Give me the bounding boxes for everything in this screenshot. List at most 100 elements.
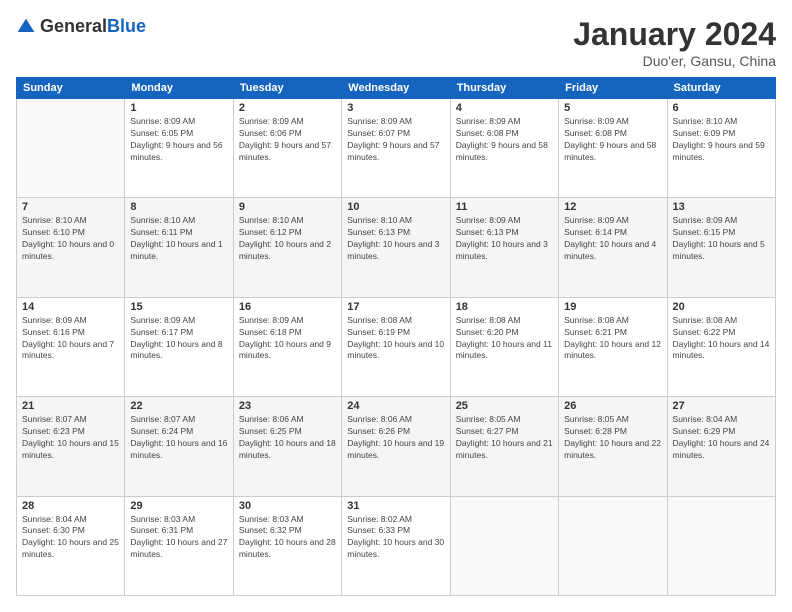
day-info: Sunrise: 8:08 AMSunset: 6:20 PMDaylight:… — [456, 315, 553, 363]
day-number: 21 — [22, 400, 119, 412]
day-info: Sunrise: 8:02 AMSunset: 6:33 PMDaylight:… — [347, 514, 444, 562]
day-number: 15 — [130, 301, 227, 313]
calendar-cell: 9 Sunrise: 8:10 AMSunset: 6:12 PMDaylight… — [233, 198, 341, 297]
day-number: 17 — [347, 301, 444, 313]
day-number: 19 — [564, 301, 661, 313]
header: GeneralBlue January 2024 Duo'er, Gansu, … — [16, 16, 776, 69]
calendar-cell: 16 Sunrise: 8:09 AMSunset: 6:18 PMDayligh… — [233, 297, 341, 396]
calendar-cell: 24 Sunrise: 8:06 AMSunset: 6:26 PMDayligh… — [342, 397, 450, 496]
calendar-cell: 18Sunrise: 8:08 AMSunset: 6:20 PMDayligh… — [450, 297, 558, 396]
logo: GeneralBlue — [16, 16, 146, 37]
calendar-cell: 6 Sunrise: 8:10 AMSunset: 6:09 PMDaylight… — [667, 99, 775, 198]
day-number: 7 — [22, 201, 119, 213]
calendar-cell: 1 Sunrise: 8:09 AMSunset: 6:05 PMDaylight… — [125, 99, 233, 198]
day-number: 23 — [239, 400, 336, 412]
weekday-header-thursday: Thursday — [450, 78, 558, 99]
day-number: 14 — [22, 301, 119, 313]
day-number: 13 — [673, 201, 770, 213]
day-number: 12 — [564, 201, 661, 213]
day-info: Sunrise: 8:05 AMSunset: 6:28 PMDaylight:… — [564, 414, 661, 462]
day-info: Sunrise: 8:08 AMSunset: 6:22 PMDaylight:… — [673, 315, 770, 363]
day-info: Sunrise: 8:09 AMSunset: 6:08 PMDaylight:… — [456, 116, 553, 164]
day-number: 31 — [347, 500, 444, 512]
day-info: Sunrise: 8:03 AMSunset: 6:31 PMDaylight:… — [130, 514, 227, 562]
day-info: Sunrise: 8:09 AMSunset: 6:08 PMDaylight:… — [564, 116, 661, 164]
day-info: Sunrise: 8:06 AMSunset: 6:26 PMDaylight:… — [347, 414, 444, 462]
day-info: Sunrise: 8:06 AMSunset: 6:25 PMDaylight:… — [239, 414, 336, 462]
day-number: 1 — [130, 102, 227, 114]
calendar-cell: 5Sunrise: 8:09 AMSunset: 6:08 PMDaylight… — [559, 99, 667, 198]
calendar-table: SundayMondayTuesdayWednesdayThursdayFrid… — [16, 77, 776, 596]
day-number: 26 — [564, 400, 661, 412]
weekday-header-friday: Friday — [559, 78, 667, 99]
page: GeneralBlue January 2024 Duo'er, Gansu, … — [0, 0, 792, 612]
day-info: Sunrise: 8:08 AMSunset: 6:21 PMDaylight:… — [564, 315, 661, 363]
calendar-cell: 8 Sunrise: 8:10 AMSunset: 6:11 PMDaylight… — [125, 198, 233, 297]
calendar-cell — [559, 496, 667, 595]
logo-general: GeneralBlue — [40, 16, 146, 37]
calendar-cell: 15 Sunrise: 8:09 AMSunset: 6:17 PMDayligh… — [125, 297, 233, 396]
calendar-week-row: 28Sunrise: 8:04 AMSunset: 6:30 PMDayligh… — [17, 496, 776, 595]
title-section: January 2024 Duo'er, Gansu, China — [573, 16, 776, 69]
calendar-week-row: 14Sunrise: 8:09 AMSunset: 6:16 PMDayligh… — [17, 297, 776, 396]
logo-icon — [16, 17, 36, 37]
day-number: 10 — [347, 201, 444, 213]
day-number: 6 — [673, 102, 770, 114]
calendar-cell: 26 Sunrise: 8:05 AMSunset: 6:28 PMDayligh… — [559, 397, 667, 496]
day-info: Sunrise: 8:09 AMSunset: 6:06 PMDaylight:… — [239, 116, 336, 164]
day-info: Sunrise: 8:04 AMSunset: 6:29 PMDaylight:… — [673, 414, 770, 462]
calendar-cell: 2 Sunrise: 8:09 AMSunset: 6:06 PMDaylight… — [233, 99, 341, 198]
calendar-cell — [17, 99, 125, 198]
weekday-header-saturday: Saturday — [667, 78, 775, 99]
calendar-cell: 11Sunrise: 8:09 AMSunset: 6:13 PMDayligh… — [450, 198, 558, 297]
calendar-cell: 27Sunrise: 8:04 AMSunset: 6:29 PMDayligh… — [667, 397, 775, 496]
day-number: 3 — [347, 102, 444, 114]
weekday-header-row: SundayMondayTuesdayWednesdayThursdayFrid… — [17, 78, 776, 99]
calendar-cell: 4 Sunrise: 8:09 AMSunset: 6:08 PMDaylight… — [450, 99, 558, 198]
calendar-cell: 30Sunrise: 8:03 AMSunset: 6:32 PMDayligh… — [233, 496, 341, 595]
calendar-cell: 7 Sunrise: 8:10 AMSunset: 6:10 PMDaylight… — [17, 198, 125, 297]
day-info: Sunrise: 8:09 AMSunset: 6:13 PMDaylight:… — [456, 215, 553, 263]
calendar-week-row: 1 Sunrise: 8:09 AMSunset: 6:05 PMDaylight… — [17, 99, 776, 198]
calendar-week-row: 7 Sunrise: 8:10 AMSunset: 6:10 PMDaylight… — [17, 198, 776, 297]
day-info: Sunrise: 8:05 AMSunset: 6:27 PMDaylight:… — [456, 414, 553, 462]
calendar-cell: 21Sunrise: 8:07 AMSunset: 6:23 PMDayligh… — [17, 397, 125, 496]
day-info: Sunrise: 8:07 AMSunset: 6:24 PMDaylight:… — [130, 414, 227, 462]
location: Duo'er, Gansu, China — [573, 53, 776, 69]
month-title: January 2024 — [573, 16, 776, 53]
day-number: 4 — [456, 102, 553, 114]
day-info: Sunrise: 8:10 AMSunset: 6:11 PMDaylight:… — [130, 215, 227, 263]
day-number: 8 — [130, 201, 227, 213]
day-info: Sunrise: 8:10 AMSunset: 6:13 PMDaylight:… — [347, 215, 444, 263]
day-number: 9 — [239, 201, 336, 213]
day-number: 22 — [130, 400, 227, 412]
weekday-header-wednesday: Wednesday — [342, 78, 450, 99]
day-info: Sunrise: 8:10 AMSunset: 6:10 PMDaylight:… — [22, 215, 119, 263]
calendar-cell: 12 Sunrise: 8:09 AMSunset: 6:14 PMDayligh… — [559, 198, 667, 297]
day-number: 28 — [22, 500, 119, 512]
calendar-cell: 13 Sunrise: 8:09 AMSunset: 6:15 PMDayligh… — [667, 198, 775, 297]
day-number: 25 — [456, 400, 553, 412]
calendar-cell: 23 Sunrise: 8:06 AMSunset: 6:25 PMDayligh… — [233, 397, 341, 496]
calendar-cell: 3Sunrise: 8:09 AMSunset: 6:07 PMDaylight… — [342, 99, 450, 198]
day-number: 16 — [239, 301, 336, 313]
calendar-cell: 19 Sunrise: 8:08 AMSunset: 6:21 PMDayligh… — [559, 297, 667, 396]
calendar-cell — [667, 496, 775, 595]
day-info: Sunrise: 8:09 AMSunset: 6:17 PMDaylight:… — [130, 315, 227, 363]
day-info: Sunrise: 8:10 AMSunset: 6:09 PMDaylight:… — [673, 116, 770, 164]
calendar-cell: 14Sunrise: 8:09 AMSunset: 6:16 PMDayligh… — [17, 297, 125, 396]
day-info: Sunrise: 8:08 AMSunset: 6:19 PMDaylight:… — [347, 315, 444, 363]
day-info: Sunrise: 8:10 AMSunset: 6:12 PMDaylight:… — [239, 215, 336, 263]
day-number: 24 — [347, 400, 444, 412]
day-info: Sunrise: 8:03 AMSunset: 6:32 PMDaylight:… — [239, 514, 336, 562]
day-info: Sunrise: 8:09 AMSunset: 6:18 PMDaylight:… — [239, 315, 336, 363]
day-info: Sunrise: 8:09 AMSunset: 6:14 PMDaylight:… — [564, 215, 661, 263]
day-number: 20 — [673, 301, 770, 313]
calendar-cell: 29Sunrise: 8:03 AMSunset: 6:31 PMDayligh… — [125, 496, 233, 595]
weekday-header-sunday: Sunday — [17, 78, 125, 99]
day-info: Sunrise: 8:09 AMSunset: 6:15 PMDaylight:… — [673, 215, 770, 263]
weekday-header-tuesday: Tuesday — [233, 78, 341, 99]
day-info: Sunrise: 8:09 AMSunset: 6:05 PMDaylight:… — [130, 116, 227, 164]
day-number: 2 — [239, 102, 336, 114]
weekday-header-monday: Monday — [125, 78, 233, 99]
